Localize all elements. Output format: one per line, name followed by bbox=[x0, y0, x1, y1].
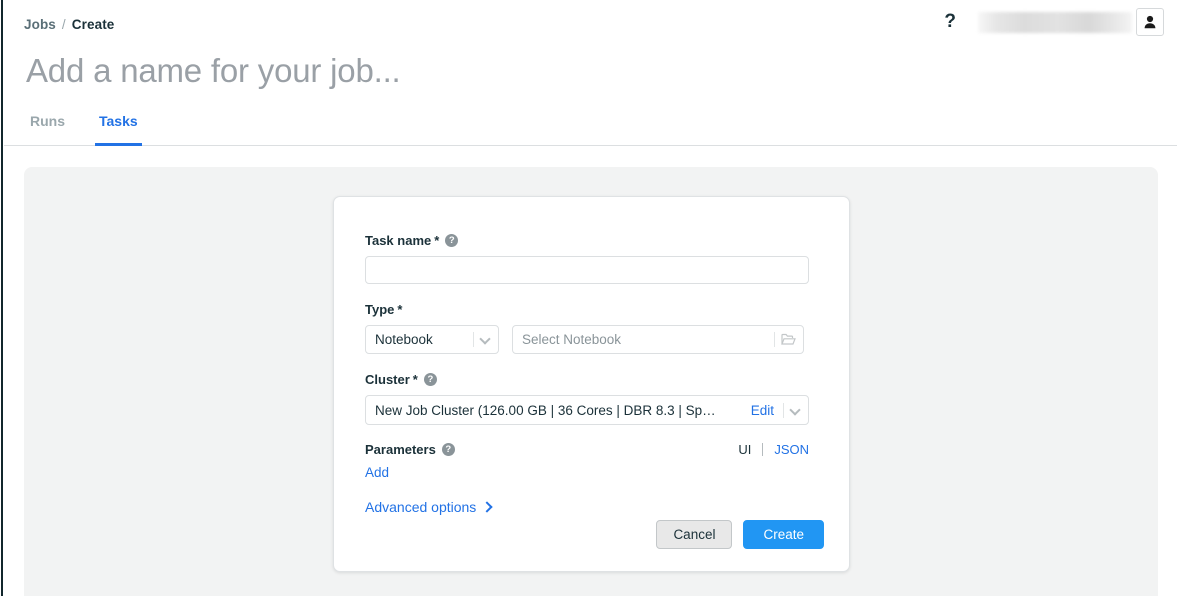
advanced-options-link[interactable]: Advanced options bbox=[365, 498, 476, 516]
advanced-options-row[interactable]: Advanced options bbox=[365, 498, 809, 516]
tab-bar: Runs Tasks bbox=[26, 106, 168, 146]
avatar[interactable] bbox=[1136, 8, 1164, 36]
parameters-toggle-json[interactable]: JSON bbox=[774, 441, 809, 458]
page-content: Task name * ? Type * Notebook bbox=[4, 146, 1177, 596]
parameters-toggle-separator bbox=[762, 443, 763, 456]
task-config-card: Task name * ? Type * Notebook bbox=[333, 196, 850, 572]
type-label: Type * bbox=[365, 301, 809, 318]
type-select-divider bbox=[473, 332, 474, 347]
cluster-select[interactable]: New Job Cluster (126.00 GB | 36 Cores | … bbox=[365, 395, 809, 425]
chevron-down-icon bbox=[480, 334, 491, 345]
parameters-help-icon[interactable]: ? bbox=[442, 443, 455, 456]
cluster-help-icon[interactable]: ? bbox=[424, 373, 437, 386]
breadcrumb-current: Create bbox=[72, 17, 115, 32]
cluster-select-value: New Job Cluster (126.00 GB | 36 Cores | … bbox=[366, 403, 751, 418]
tab-runs[interactable]: Runs bbox=[26, 112, 69, 146]
page-root: Jobs / Create Add a name for your job... R… bbox=[4, 0, 1177, 596]
user-name-redacted bbox=[978, 12, 1132, 33]
page-header: Jobs / Create Add a name for your job... R… bbox=[4, 0, 1177, 146]
breadcrumb: Jobs / Create bbox=[24, 16, 114, 34]
breadcrumb-jobs-link[interactable]: Jobs bbox=[24, 17, 56, 32]
parameters-row: Parameters ? UI JSON bbox=[365, 441, 809, 458]
user-menu[interactable] bbox=[978, 8, 1164, 36]
cluster-label: Cluster * ? bbox=[365, 371, 809, 388]
notebook-select[interactable]: Select Notebook bbox=[512, 325, 804, 354]
task-form: Task name * ? Type * Notebook bbox=[365, 232, 809, 516]
cluster-select-divider bbox=[783, 403, 784, 418]
chevron-down-icon bbox=[790, 405, 801, 416]
type-select-value: Notebook bbox=[366, 332, 473, 347]
type-select[interactable]: Notebook bbox=[365, 325, 499, 354]
parameters-label-text: Parameters bbox=[365, 441, 436, 458]
task-name-required: * bbox=[434, 232, 439, 249]
breadcrumb-separator: / bbox=[62, 17, 66, 32]
cluster-label-text: Cluster bbox=[365, 371, 410, 388]
header-actions: ? bbox=[944, 7, 1164, 37]
cluster-select-affordance bbox=[783, 403, 808, 418]
task-name-label-text: Task name bbox=[365, 232, 431, 249]
cluster-required: * bbox=[413, 371, 418, 388]
notebook-select-affordance bbox=[774, 332, 803, 347]
parameters-format-toggle: UI JSON bbox=[738, 441, 809, 458]
chevron-right-icon bbox=[483, 501, 493, 513]
tasks-panel: Task name * ? Type * Notebook bbox=[24, 167, 1158, 596]
card-action-buttons: Cancel Create bbox=[656, 520, 824, 549]
user-icon bbox=[1142, 14, 1158, 30]
type-row: Notebook Select Notebook bbox=[365, 325, 809, 354]
window-left-edge bbox=[1, 0, 3, 596]
notebook-select-divider bbox=[774, 332, 775, 347]
parameters-toggle-ui[interactable]: UI bbox=[738, 441, 751, 458]
tab-tasks[interactable]: Tasks bbox=[95, 112, 142, 146]
type-label-text: Type bbox=[365, 301, 394, 318]
parameters-add-link[interactable]: Add bbox=[365, 464, 389, 482]
type-required: * bbox=[397, 301, 402, 318]
help-icon[interactable]: ? bbox=[944, 12, 956, 32]
task-name-input[interactable] bbox=[365, 256, 809, 284]
type-select-affordance bbox=[473, 332, 498, 347]
folder-open-icon[interactable] bbox=[781, 333, 796, 346]
task-name-help-icon[interactable]: ? bbox=[445, 234, 458, 247]
page-title-input[interactable]: Add a name for your job... bbox=[26, 50, 401, 92]
cluster-edit-link[interactable]: Edit bbox=[751, 403, 774, 418]
notebook-select-placeholder: Select Notebook bbox=[513, 332, 774, 347]
create-button[interactable]: Create bbox=[743, 520, 824, 549]
task-name-label: Task name * ? bbox=[365, 232, 809, 249]
parameters-label: Parameters ? bbox=[365, 441, 455, 458]
cancel-button[interactable]: Cancel bbox=[656, 520, 732, 549]
